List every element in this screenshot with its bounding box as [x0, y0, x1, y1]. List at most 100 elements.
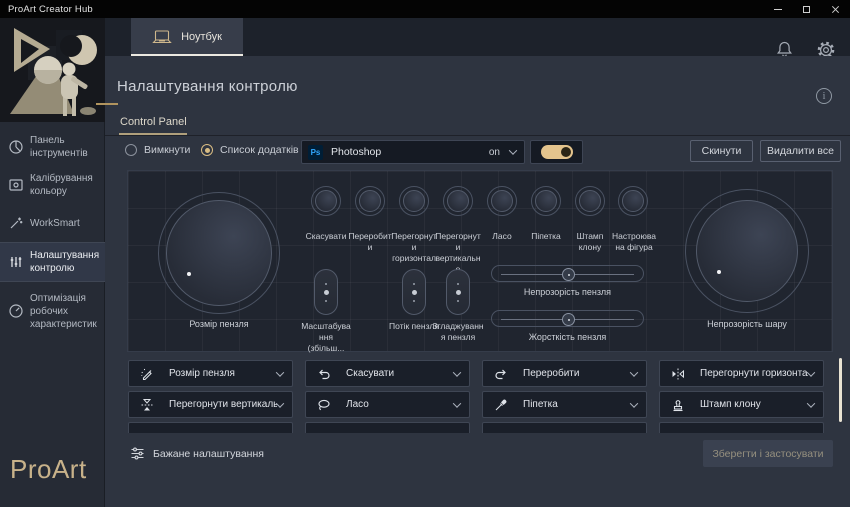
minimize-icon [774, 9, 782, 10]
clone-stamp-icon [670, 397, 686, 413]
preferences-sliders-icon [130, 446, 145, 461]
tab-laptop-label: Ноутбук [181, 31, 222, 43]
app-name: Photoshop [331, 146, 489, 158]
tab-control-panel[interactable]: Control Panel [120, 116, 187, 128]
app-toggle-box [530, 140, 583, 164]
close-button[interactable] [821, 0, 850, 18]
small-knob-redo[interactable] [359, 190, 381, 212]
undo-icon [316, 366, 332, 382]
slider-brush-opacity[interactable] [491, 265, 644, 282]
knob-label: Штамп клону [567, 231, 613, 253]
app-select-dropdown[interactable]: Ps Photoshop on [301, 140, 525, 164]
dial-preview-panel: Розмір пензля Непрозорість шару Скасуват… [127, 170, 833, 352]
minimize-button[interactable] [763, 0, 792, 18]
dropdown-lasso[interactable]: Ласо [305, 391, 470, 418]
small-knob-custom-shape[interactable] [622, 190, 644, 212]
radio-disable[interactable]: Вимкнути [125, 144, 190, 156]
reset-button[interactable]: Скинути [690, 140, 753, 162]
sidebar: Панель інструментів Калібрування кольору… [0, 18, 105, 507]
delete-all-button[interactable]: Видалити все [760, 140, 841, 162]
sidebar-item-label: Оптимізація робочих характеристик [30, 292, 105, 331]
radio-circle [125, 144, 137, 156]
main-content: Налаштування контролю Control Panel Вимк… [105, 56, 850, 507]
dropdown-flip-horizontal[interactable]: Перегорнути горизонтально [659, 360, 824, 387]
slider-brush-hardness[interactable] [491, 310, 644, 327]
small-knob-flip-horizontal[interactable] [403, 190, 425, 212]
close-icon [831, 5, 840, 14]
sidebar-item-control-settings[interactable]: Налаштування контролю [0, 242, 105, 282]
app-title: ProArt Creator Hub [8, 4, 93, 15]
radio-circle-selected [201, 144, 213, 156]
knob-label: Переробити [347, 231, 393, 253]
brush-size-icon [139, 366, 155, 382]
small-knob-flip-vertical[interactable] [447, 190, 469, 212]
sidebar-item-worksmart[interactable]: WorkSmart [0, 210, 105, 236]
slider-handle[interactable] [562, 268, 575, 281]
dropdown-clone-stamp[interactable]: Штамп клону [659, 391, 824, 418]
function-assignment-list: Розмір пензля Скасувати Переробити Перег… [128, 360, 833, 433]
chevron-down-icon [453, 368, 461, 376]
info-icon[interactable] [816, 88, 832, 104]
left-knob-label: Розмір пензля [144, 319, 294, 331]
dropdown-flip-vertical[interactable]: Перегорнути вертикально [128, 391, 293, 418]
sidebar-item-label: Налаштування контролю [30, 249, 105, 275]
chevron-down-icon [630, 368, 638, 376]
window-controls [763, 0, 850, 18]
maximize-button[interactable] [792, 0, 821, 18]
slider-handle[interactable] [562, 313, 575, 326]
knob-label: Ласо [479, 231, 525, 242]
dropdown-label: Ласо [346, 399, 454, 410]
scrollbar-thumb[interactable] [839, 358, 842, 422]
dropdown-partial[interactable] [128, 422, 293, 433]
small-knob-eyedropper[interactable] [535, 190, 557, 212]
reset-button-label: Скинути [702, 145, 742, 157]
dropdown-label: Перегорнути горизонтально [700, 368, 808, 379]
save-and-apply-label: Зберегти і застосувати [712, 448, 823, 460]
preferred-settings[interactable]: Бажане налаштування [130, 446, 264, 461]
tab-laptop[interactable]: Ноутбук [131, 18, 243, 56]
radio-app-list[interactable]: Список додатків [201, 144, 299, 156]
page-title: Налаштування контролю [117, 78, 298, 95]
sidebar-item-color-calibration[interactable]: Калібрування кольору [0, 166, 105, 204]
color-calibration-icon [8, 177, 24, 193]
dropdown-partial[interactable] [305, 422, 470, 433]
knob-indicator-dot [717, 270, 721, 274]
app-enable-toggle[interactable] [541, 145, 573, 159]
preferred-settings-label: Бажане налаштування [153, 448, 264, 460]
dropdown-redo[interactable]: Переробити [482, 360, 647, 387]
performance-icon [8, 303, 24, 319]
chevron-down-icon [453, 399, 461, 407]
chevron-down-icon [509, 146, 517, 154]
gold-accent-line [96, 103, 118, 105]
dropdown-eyedropper[interactable]: Піпетка [482, 391, 647, 418]
title-bar: ProArt Creator Hub [0, 0, 850, 18]
dropdown-label: Штамп клону [700, 399, 808, 410]
rocker-brush-flow[interactable] [402, 269, 426, 315]
sidebar-item-performance[interactable]: Оптимізація робочих характеристик [0, 286, 105, 336]
left-dial-knob[interactable] [166, 200, 272, 306]
chevron-down-icon [807, 399, 815, 407]
knob-label: Піпетка [523, 231, 569, 242]
chevron-down-icon [630, 399, 638, 407]
rocker-brush-smoothing[interactable] [446, 269, 470, 315]
dropdown-undo[interactable]: Скасувати [305, 360, 470, 387]
tab-divider [105, 135, 850, 136]
dropdown-label: Піпетка [523, 399, 631, 410]
sidebar-item-label: Панель інструментів [30, 134, 105, 160]
dropdown-brush-size[interactable]: Розмір пензля [128, 360, 293, 387]
rocker-label: Згладжування пензля [432, 321, 484, 343]
flip-horizontal-icon [670, 366, 686, 382]
rocker-zoom[interactable] [314, 269, 338, 315]
slider-label: Непрозорість пензля [491, 287, 644, 299]
dropdown-partial[interactable] [482, 422, 647, 433]
small-knob-lasso[interactable] [491, 190, 513, 212]
proart-artwork [0, 18, 105, 122]
small-knob-clone-stamp[interactable] [579, 190, 601, 212]
delete-all-button-label: Видалити все [767, 145, 834, 157]
right-dial-knob[interactable] [696, 200, 798, 302]
controls-row: Вимкнути Список додатків Ps Photoshop on… [105, 140, 850, 164]
small-knob-undo[interactable] [315, 190, 337, 212]
sidebar-item-dashboard[interactable]: Панель інструментів [0, 128, 105, 166]
save-and-apply-button[interactable]: Зберегти і застосувати [703, 440, 833, 467]
dropdown-partial[interactable] [659, 422, 824, 433]
